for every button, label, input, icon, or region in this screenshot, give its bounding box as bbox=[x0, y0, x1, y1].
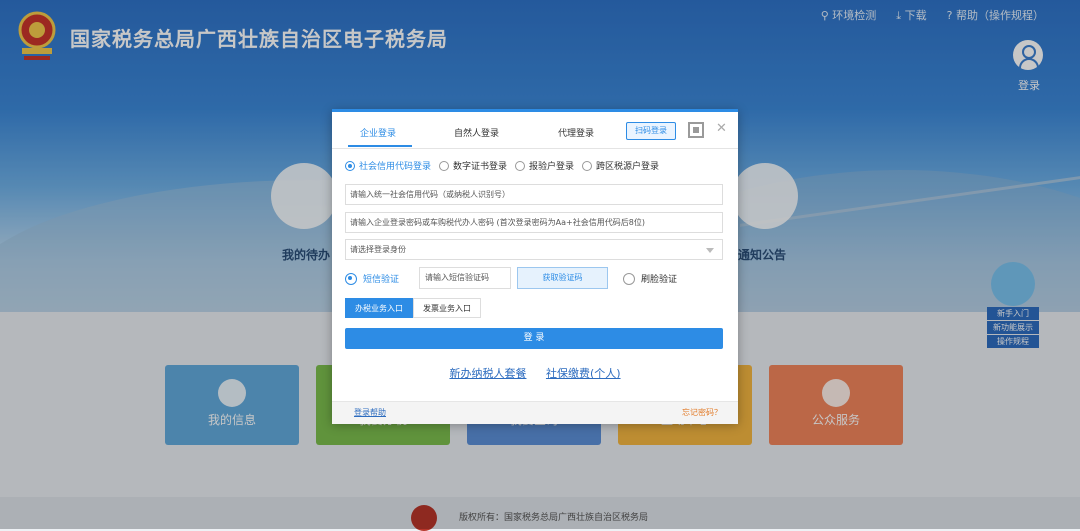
radio-face-verify[interactable]: 刷脸验证 bbox=[623, 272, 677, 285]
tab-enterprise-login[interactable]: 企业登录 bbox=[360, 126, 396, 139]
tab-invoice-business[interactable]: 发票业务入口 bbox=[413, 298, 481, 318]
chevron-down-icon bbox=[706, 248, 714, 253]
radio-cross-region[interactable]: 跨区税源户登录 bbox=[582, 159, 659, 172]
dialog-footer: 登录帮助 忘记密码？ bbox=[332, 401, 738, 424]
login-type-group: 社会信用代码登录 数字证书登录 报验户登录 跨区税源户登录 bbox=[345, 159, 659, 172]
radio-inspection[interactable]: 报验户登录 bbox=[515, 159, 574, 172]
tab-tax-business[interactable]: 办税业务入口 bbox=[345, 298, 413, 318]
scan-login-button[interactable]: 扫码登录 bbox=[626, 122, 676, 140]
login-button[interactable]: 登 录 bbox=[345, 328, 723, 349]
get-code-button[interactable]: 获取验证码 bbox=[517, 267, 608, 289]
entry-tabs: 办税业务入口 发票业务入口 bbox=[345, 298, 481, 318]
sms-code-input[interactable]: 请输入短信验证码 bbox=[419, 267, 511, 289]
tab-agent-login[interactable]: 代理登录 bbox=[558, 126, 594, 139]
login-dialog: 企业登录 自然人登录 代理登录 扫码登录 ✕ 社会信用代码登录 数字证书登录 报… bbox=[332, 109, 738, 424]
tab-individual-login[interactable]: 自然人登录 bbox=[454, 126, 499, 139]
radio-digital-cert[interactable]: 数字证书登录 bbox=[439, 159, 507, 172]
identity-select[interactable]: 请选择登录身份 bbox=[345, 239, 723, 260]
close-icon[interactable]: ✕ bbox=[716, 121, 727, 136]
login-help-link[interactable]: 登录帮助 bbox=[354, 407, 386, 418]
forgot-password-link[interactable]: 忘记密码？ bbox=[682, 407, 722, 418]
password-input[interactable]: 请输入企业登录密码或车购税代办人密码 (首次登录密码为Aa+社会信用代码后8位) bbox=[345, 212, 723, 233]
credit-code-input[interactable]: 请输入统一社会信用代码（或纳税人识别号） bbox=[345, 184, 723, 205]
active-tab-indicator bbox=[348, 145, 412, 147]
social-security-link[interactable]: 社保缴费(个人) bbox=[546, 367, 621, 380]
qr-code-icon[interactable] bbox=[688, 122, 704, 138]
verification-row: 短信验证 请输入短信验证码 获取验证码 刷脸验证 bbox=[345, 267, 723, 291]
radio-credit-code[interactable]: 社会信用代码登录 bbox=[345, 159, 431, 172]
quick-links: 新办纳税人套餐 社保缴费(个人) bbox=[332, 365, 738, 381]
login-tabs: 企业登录 自然人登录 代理登录 扫码登录 ✕ bbox=[332, 112, 738, 149]
radio-sms-verify[interactable]: 短信验证 bbox=[345, 272, 399, 285]
new-taxpayer-link[interactable]: 新办纳税人套餐 bbox=[449, 367, 526, 380]
